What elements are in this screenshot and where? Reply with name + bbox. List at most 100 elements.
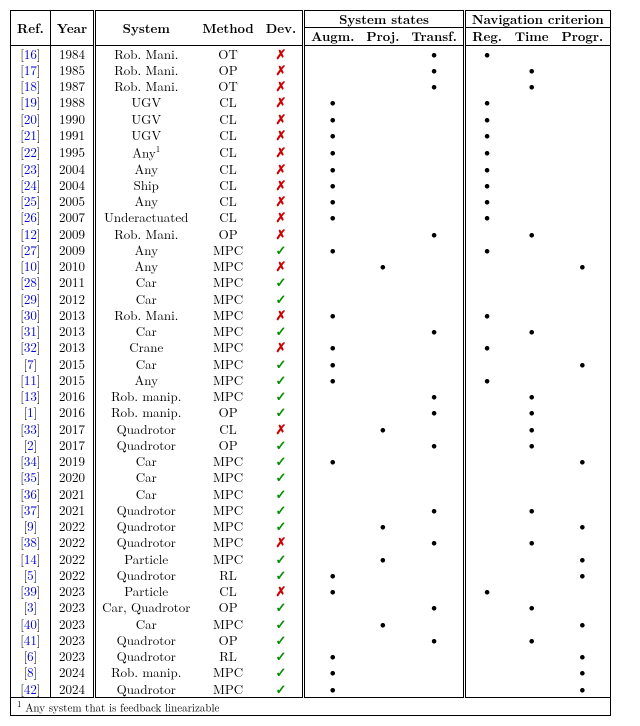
cell-year: 2024 (50, 681, 94, 698)
dot-icon: • (481, 334, 493, 357)
table-row: [34]2019CarMPC✓•• (11, 453, 611, 469)
dot-icon: • (327, 578, 339, 601)
cell-method: CL (196, 127, 259, 143)
cell-augm (304, 502, 361, 518)
table-row: [21]1991UGVCL✗•• (11, 127, 611, 143)
cell-progr (555, 127, 610, 143)
cell-progr: • (555, 258, 610, 274)
cell-augm: • (304, 209, 361, 225)
table-row: [36]2021CarMPC✓ (11, 486, 611, 502)
cell-ref: [21] (11, 127, 51, 143)
cell-progr (555, 177, 610, 193)
cell-reg (464, 486, 508, 502)
table-row: [8]2024Rob. manip.MPC✓•• (11, 664, 611, 680)
cell-time (508, 143, 555, 161)
cell-augm: • (304, 681, 361, 698)
cell-ref: [42] (11, 681, 51, 698)
table-row: [35]2020CarMPC✓ (11, 469, 611, 485)
cell-progr: • (555, 567, 610, 583)
cell-augm (304, 421, 361, 437)
table-row: [6]2023QuadrotorRL✓•• (11, 648, 611, 664)
cell-augm (304, 404, 361, 420)
dot-icon: • (428, 432, 440, 455)
cell-proj (360, 78, 405, 94)
cell-augm: • (304, 583, 361, 599)
cell-progr: • (555, 453, 610, 469)
cell-progr (555, 404, 610, 420)
dot-icon: • (525, 594, 537, 617)
cell-progr (555, 111, 610, 127)
cell-reg (464, 404, 508, 420)
cell-augm (304, 62, 361, 78)
col-progr: Progr. (555, 28, 610, 45)
cell-time: • (508, 632, 555, 648)
table-row: [18]1987Rob. Mani.OT✗•• (11, 78, 611, 94)
ref-link[interactable]: 42 (24, 679, 37, 698)
dot-icon: • (428, 318, 440, 341)
cell-progr (555, 94, 610, 110)
cell-time: • (508, 534, 555, 550)
cell-augm (304, 534, 361, 550)
cell-progr (555, 388, 610, 404)
cell-augm (304, 469, 361, 485)
table-row: [16]1984Rob. Mani.OT✗•• (11, 45, 611, 62)
cell-reg: • (464, 372, 508, 388)
cell-augm (304, 388, 361, 404)
cell-augm: • (304, 453, 361, 469)
table-row: [42]2024QuadrotorMPC✓•• (11, 681, 611, 698)
table-row: [26]2007UnderactuatedCL✗•• (11, 209, 611, 225)
table-row: [17]1985Rob. Mani.OP✗•• (11, 62, 611, 78)
cell-transf: • (405, 226, 464, 242)
table-row: [22]1995Any1CL✗•• (11, 143, 611, 161)
table-row: [30]2013Rob. Mani.MPC✗•• (11, 307, 611, 323)
cell-system: Any1 (95, 143, 197, 161)
dot-icon: • (428, 73, 440, 96)
cell-transf (405, 339, 464, 355)
cell-transf (405, 681, 464, 698)
cell-reg: • (464, 209, 508, 225)
cell-augm (304, 616, 361, 632)
cell-proj (360, 307, 405, 323)
cell-reg (464, 534, 508, 550)
cell-proj: • (360, 421, 405, 437)
cell-augm: • (304, 372, 361, 388)
cell-time (508, 177, 555, 193)
cell-progr (555, 323, 610, 339)
cell-proj: • (360, 551, 405, 567)
dot-icon: • (327, 676, 339, 699)
table-row: [25]2005AnyCL✗•• (11, 193, 611, 209)
cell-time (508, 111, 555, 127)
col-year: Year (50, 11, 94, 46)
table-row: [20]1990UGVCL✗•• (11, 111, 611, 127)
cell-transf (405, 111, 464, 127)
footnote-text: Any system that is feedback linearizable (25, 700, 219, 715)
cell-reg: • (464, 45, 508, 62)
cell-proj (360, 681, 405, 698)
cell-transf (405, 94, 464, 110)
dot-icon: • (481, 237, 493, 260)
dot-icon: • (327, 204, 339, 227)
col-augm: Augm. (304, 28, 361, 45)
dot-icon: • (481, 41, 493, 64)
cell-augm (304, 274, 361, 290)
col-nav: Navigation criterion (464, 11, 610, 28)
cell-progr: • (555, 518, 610, 534)
cell-proj (360, 94, 405, 110)
table-row: [1]2016Rob. manip.OP✓•• (11, 404, 611, 420)
table-row: [32]2013CraneMPC✗•• (11, 339, 611, 355)
cell-transf (405, 551, 464, 567)
cell-proj (360, 356, 405, 372)
cell-proj (360, 177, 405, 193)
cell-time (508, 193, 555, 209)
cell-proj (360, 567, 405, 583)
cell-time: • (508, 599, 555, 615)
cell-progr (555, 372, 610, 388)
cell-proj (360, 209, 405, 225)
cell-proj: • (360, 616, 405, 632)
cell-progr: • (555, 681, 610, 698)
cell-proj (360, 648, 405, 664)
cell-proj (360, 143, 405, 161)
cell-transf (405, 161, 464, 177)
cell-transf (405, 453, 464, 469)
cell-transf (405, 258, 464, 274)
